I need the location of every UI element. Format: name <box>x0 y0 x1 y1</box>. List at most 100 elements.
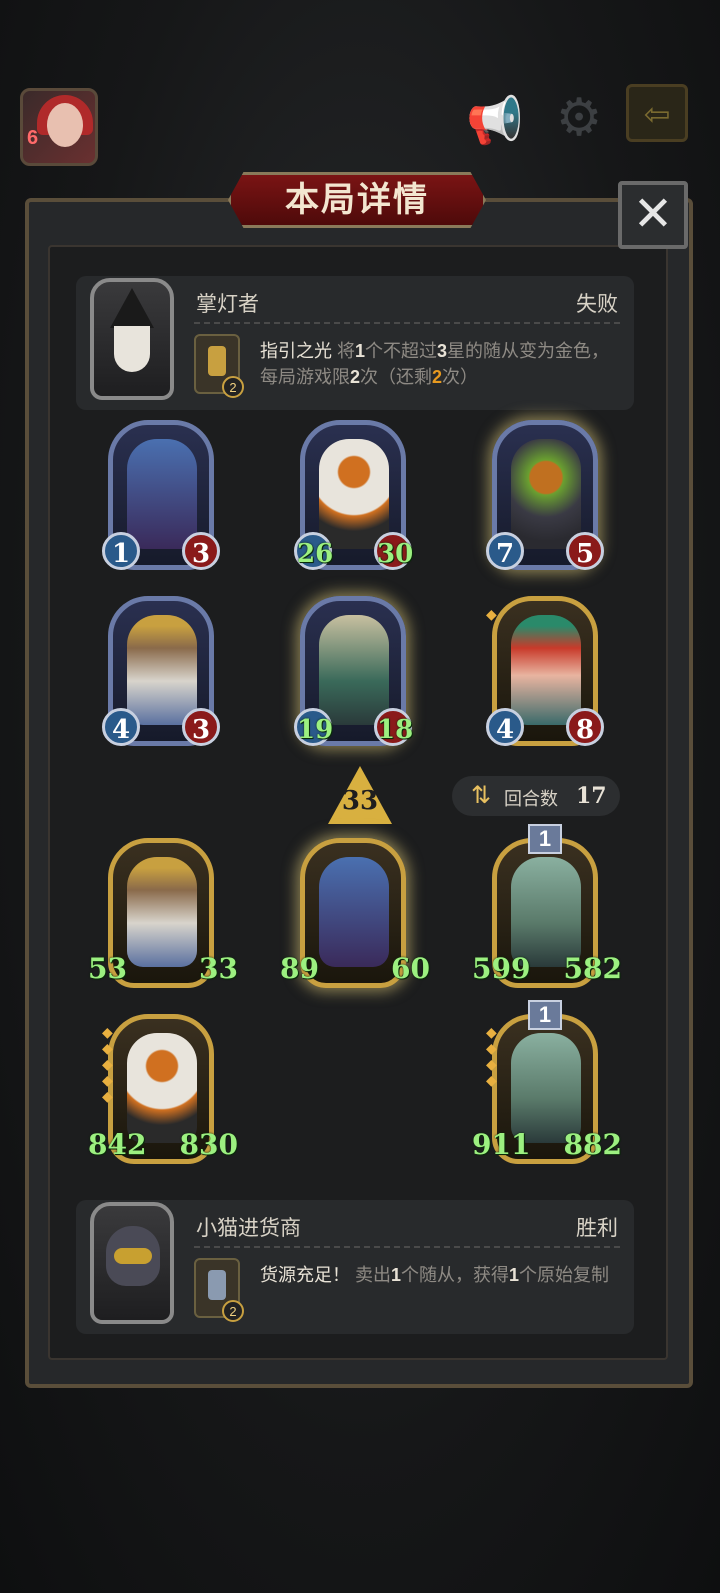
opponent-name: 掌灯者 <box>196 293 259 316</box>
minion-attack: 7 <box>486 532 524 570</box>
winner-card: 小猫进货商 胜利 2 货源充足！ 卖出1个随从，获得1个原始复制 <box>76 1200 634 1334</box>
minion-health: 3 <box>182 708 220 746</box>
skill-text-part: 个不超过 <box>365 341 438 361</box>
avatar-face <box>47 103 83 147</box>
minion-card[interactable]: 53 33 <box>88 838 238 998</box>
skill-text-part: 个随从，获得 <box>401 1265 510 1285</box>
minion-health: 882 <box>563 1128 622 1161</box>
opponent-card: 掌灯者 失败 2 指引之光 将1个不超过3星的随从变为金色，每局游戏限2次（还剩… <box>76 276 634 410</box>
pumpkin-lock-art <box>511 439 581 549</box>
lantern-skill-icon[interactable]: 2 <box>194 334 244 398</box>
supply-skill-icon[interactable]: 2 <box>194 1258 244 1322</box>
minion-health: 830 <box>179 1128 238 1161</box>
minion-card[interactable]: 19 18 <box>294 596 413 756</box>
skill-name: 货源充足！ <box>260 1265 350 1285</box>
skill-description: 指引之光 将1个不超过3星的随从变为金色，每局游戏限2次（还剩2次） <box>260 338 610 390</box>
winner-name: 小猫进货商 <box>196 1217 301 1240</box>
minion-card[interactable]: ◆ 4 8 <box>486 596 604 756</box>
rounds-label: 回合数 <box>504 789 558 809</box>
portrait-beard <box>114 326 150 372</box>
player-level: 6 <box>27 127 39 149</box>
minion-attack: 89 <box>280 952 319 985</box>
tier-badge: 1 <box>528 1000 562 1030</box>
minion-health: 582 <box>563 952 622 985</box>
damage-arrow: 33 <box>328 766 392 824</box>
minion-health: 8 <box>566 708 604 746</box>
skill-number: 2 <box>350 367 361 387</box>
exit-button[interactable]: ⇦ <box>626 84 688 142</box>
skill-name: 指引之光 <box>260 341 332 361</box>
elf-sorceress-art <box>127 439 197 549</box>
spirit-horse-art <box>511 857 581 967</box>
minion-health: 3 <box>182 532 220 570</box>
spirit-horse-art <box>511 1033 581 1143</box>
divider <box>194 322 620 324</box>
skill-number: 1 <box>355 341 366 361</box>
minion-health: 60 <box>391 952 430 985</box>
rounds-value: 17 <box>576 783 607 809</box>
minion-attack: 4 <box>486 708 524 746</box>
skill-text-part: 次（还剩 <box>360 367 433 387</box>
skill-charges-badge: 2 <box>222 1300 244 1322</box>
minion-attack: 19 <box>294 708 333 746</box>
pumpkin-mummy-art <box>127 1033 197 1143</box>
skill-number: 3 <box>437 341 448 361</box>
dwarf-king-art <box>127 615 197 725</box>
speaker-icon[interactable]: 📢 <box>462 92 528 148</box>
opponent-portrait[interactable] <box>90 278 174 400</box>
skill-charges-badge: 2 <box>222 376 244 398</box>
exit-arrow-icon: ⇦ <box>643 96 671 132</box>
minion-attack: 53 <box>88 952 127 985</box>
elf-mage-art <box>319 615 389 725</box>
skill-number: 1 <box>391 1265 402 1285</box>
minion-attack: 842 <box>88 1128 147 1161</box>
dwarf-king-art <box>127 857 197 967</box>
skill-text-part: 卖出 <box>350 1265 392 1285</box>
mermaid-singer-art <box>511 615 581 725</box>
minion-attack: 599 <box>472 952 531 985</box>
skill-text-part: 将 <box>332 341 356 361</box>
minion-card[interactable]: 1 3 <box>102 420 220 580</box>
minion-attack: 4 <box>102 708 140 746</box>
minion-card[interactable]: ◆ ◆ ◆ ◆ ◆ 842 830 <box>88 1014 238 1174</box>
minion-health: 18 <box>374 708 413 746</box>
minion-card[interactable]: 7 5 <box>486 420 604 580</box>
panel-title: 本局详情 <box>285 181 429 219</box>
minion-health: 5 <box>566 532 604 570</box>
winner-result: 胜利 <box>576 1217 618 1240</box>
close-button[interactable]: ✕ <box>618 181 688 249</box>
winner-portrait[interactable] <box>90 1202 174 1324</box>
minion-attack: 26 <box>294 532 333 570</box>
opponent-result: 失败 <box>576 293 618 316</box>
minion-card[interactable]: 1 599 582 <box>472 824 622 998</box>
skill-text-part: 个原始复制 <box>519 1265 610 1285</box>
minion-health: 33 <box>199 952 238 985</box>
crate-icon <box>208 1270 226 1300</box>
skill-remaining: 2 <box>432 367 443 387</box>
lantern-icon <box>208 346 226 376</box>
skill-number: 1 <box>509 1265 520 1285</box>
damage-value: 33 <box>341 786 379 816</box>
minion-health: 30 <box>374 532 413 570</box>
golden-stars: ◆ ◆ ◆ ◆ ◆ <box>102 1024 113 1104</box>
portrait-hat <box>110 288 154 328</box>
minion-card[interactable]: 4 3 <box>102 596 220 756</box>
tier-badge: 1 <box>528 824 562 854</box>
skill-description: 货源充足！ 卖出1个随从，获得1个原始复制 <box>260 1262 610 1288</box>
cycle-icon: ⇅ <box>470 782 492 809</box>
minion-attack: 911 <box>472 1128 531 1161</box>
minion-attack: 1 <box>102 532 140 570</box>
pumpkin-mummy-art <box>319 439 389 549</box>
rounds-counter: ⇅ 回合数 17 <box>452 776 620 816</box>
minion-card[interactable]: 89 60 <box>280 838 430 998</box>
portrait-goggles <box>114 1248 152 1264</box>
minion-card[interactable]: 1 ◆ ◆ ◆ ◆ 911 882 <box>472 1000 622 1174</box>
golden-stars: ◆ ◆ ◆ ◆ <box>486 1024 497 1088</box>
golden-stars: ◆ <box>486 606 497 622</box>
elf-sorceress-art <box>319 857 389 967</box>
minion-card[interactable]: 26 30 <box>294 420 413 580</box>
player-avatar[interactable]: 6 <box>20 88 98 166</box>
skill-text-part: 次） <box>442 367 479 387</box>
gear-icon[interactable]: ⚙ <box>551 90 607 146</box>
divider <box>194 1246 620 1248</box>
